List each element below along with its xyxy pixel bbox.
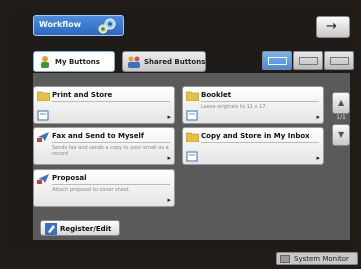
arrow-indicator: ▸: [167, 154, 171, 162]
detail-view-icon[interactable]: [293, 51, 323, 70]
document-icon: [37, 110, 49, 121]
next-arrow-button[interactable]: →: [316, 16, 350, 38]
down-arrow-icon: ▼: [338, 130, 345, 139]
my-buttons-icon: [41, 56, 49, 68]
page-indicator: 1/1: [336, 114, 346, 121]
workflow-header[interactable]: Workflow: [33, 15, 124, 36]
workflow-button-print-and-store[interactable]: Print and Store ▸: [33, 86, 175, 124]
arrow-indicator: ▸: [316, 113, 320, 121]
workflow-button-copy-and-store[interactable]: Copy and Store in My Inbox ▸: [182, 127, 324, 165]
divider: [52, 184, 170, 185]
tab-shared-buttons-label: Shared Buttons: [144, 58, 206, 66]
workflow-button-fax-and-send[interactable]: Fax and Send to Myself Sends fax and sen…: [33, 127, 175, 165]
fax-send-icon: [37, 174, 49, 184]
fax-send-icon: [37, 132, 49, 142]
page-down-button[interactable]: ▼: [332, 124, 350, 146]
list-view-icon[interactable]: [262, 51, 292, 70]
register-edit-button[interactable]: Register/Edit: [40, 220, 120, 236]
folder-icon: [186, 91, 199, 101]
workflow-button-booklet[interactable]: Booklet Lease originals to 11 x 17 ▸: [182, 86, 324, 124]
arrow-indicator: ▸: [167, 196, 171, 204]
tab-shared-buttons[interactable]: Shared Buttons: [122, 51, 206, 72]
tab-bar: My Buttons Shared Buttons: [33, 51, 354, 72]
tab-my-buttons-label: My Buttons: [55, 58, 100, 66]
button-list-area: Print and Store ▸ Fax and Send to Myself…: [33, 73, 350, 240]
shared-buttons-icon: [128, 56, 140, 68]
right-arrow-icon: →: [326, 19, 337, 34]
button-title: Proposal: [52, 174, 87, 182]
workflow-title: Workflow: [39, 20, 82, 29]
up-arrow-icon: ▲: [338, 98, 345, 107]
tab-my-buttons[interactable]: My Buttons: [33, 51, 115, 72]
arrow-indicator: ▸: [167, 113, 171, 121]
document-icon: [186, 151, 198, 162]
system-monitor-button[interactable]: System Monitor: [276, 252, 358, 265]
button-description: Lease originals to 11 x 17: [201, 104, 266, 110]
divider: [52, 142, 170, 143]
folder-icon: [186, 132, 199, 142]
thumbnail-view-icon[interactable]: [324, 51, 354, 70]
button-title: Booklet: [201, 91, 232, 99]
workflow-button-proposal[interactable]: Proposal Attach proposal to cover sheet …: [33, 169, 175, 207]
register-edit-label: Register/Edit: [60, 225, 112, 233]
button-title: Copy and Store in My Inbox: [201, 132, 310, 140]
divider: [52, 101, 170, 102]
button-title: Fax and Send to Myself: [52, 132, 144, 140]
folder-icon: [37, 91, 50, 101]
button-title: Print and Store: [52, 91, 113, 99]
arrow-indicator: ▸: [316, 154, 320, 162]
screen: Workflow → My Buttons Shared Buttons Pri…: [0, 0, 361, 269]
divider: [201, 142, 319, 143]
system-monitor-label: System Monitor: [294, 255, 349, 263]
document-icon: [186, 110, 198, 121]
button-description: Sends fax and sends a copy to your email…: [52, 145, 169, 157]
workflow-gear-icon: [98, 18, 116, 34]
page-up-button[interactable]: ▲: [332, 92, 350, 114]
pencil-icon: [45, 223, 57, 235]
divider: [201, 101, 319, 102]
button-description: Attach proposal to cover sheet: [52, 187, 129, 193]
monitor-icon: [280, 255, 290, 263]
